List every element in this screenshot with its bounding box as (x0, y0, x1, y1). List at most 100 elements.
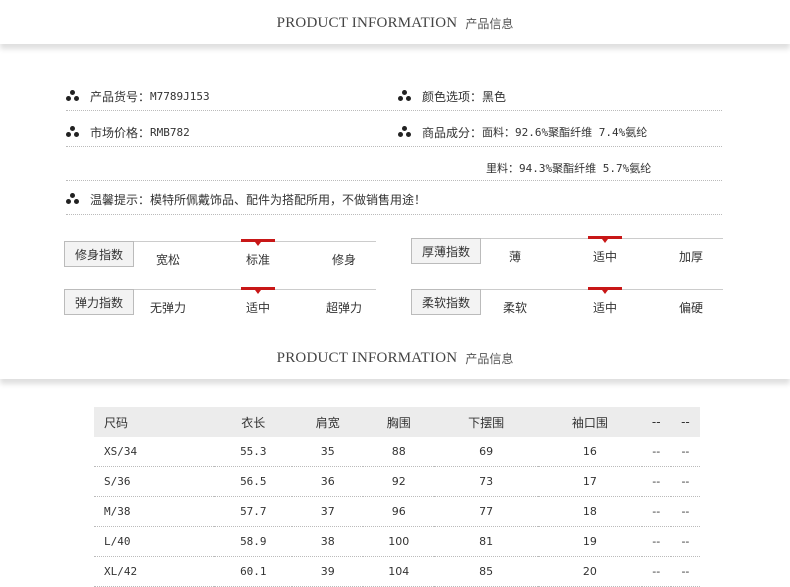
note-label: 温馨提示： (90, 192, 151, 207)
scale-option: 标准 (245, 253, 270, 267)
table-row: L/40 58.9 38 100 81 19 -- -- (94, 526, 700, 557)
scale-tag: 厚薄指数 (411, 238, 481, 264)
table-cell: S/36 (94, 466, 215, 497)
table-cell: 85 (434, 556, 538, 587)
table-cell: 88 (363, 437, 435, 467)
table-cell: XS/34 (94, 437, 215, 467)
table-cell: L/40 (94, 526, 215, 557)
divider (66, 110, 722, 111)
table-cell: -- (670, 496, 700, 527)
sku-row: 产品货号： M7789J153 (66, 86, 210, 106)
table-cell: 81 (434, 526, 538, 557)
table-cell: 17 (537, 466, 642, 497)
divider (66, 180, 722, 181)
color-value: 黑色 (482, 89, 507, 104)
sku-label: 产品货号： (90, 89, 151, 104)
sku-value: M7789J153 (150, 89, 210, 103)
col-header: 胸围 (363, 407, 435, 437)
scale-tag: 修身指数 (64, 241, 134, 267)
table-cell: 36 (292, 466, 364, 497)
price-value: RMB782 (150, 125, 190, 139)
table-cell: 92 (363, 466, 435, 497)
table-row: XS/34 55.3 35 88 69 16 -- -- (94, 437, 700, 467)
table-cell: 60.1 (214, 556, 293, 587)
scale-marker (588, 236, 622, 243)
bullet-icon (398, 126, 412, 138)
table-cell: 20 (537, 556, 642, 587)
col-header: 衣长 (214, 407, 293, 437)
size-table: 尺码 衣长 肩宽 胸围 下摆围 袖口围 -- -- XS/34 55.3 35 88 6… (94, 407, 700, 587)
table-cell: 56.5 (214, 466, 293, 497)
table-cell: 73 (434, 466, 538, 497)
table-cell: -- (641, 556, 671, 587)
material-label: 商品成分： (422, 125, 483, 140)
table-cell: 38 (292, 526, 364, 557)
price-row: 市场价格： RMB782 (66, 122, 190, 142)
scale-option: 适中 (592, 301, 617, 315)
table-cell: -- (641, 496, 671, 527)
table-cell: -- (670, 437, 700, 467)
table-cell: 18 (537, 496, 642, 527)
col-header: -- (641, 407, 671, 437)
material-outer: 面料：92.6%聚酯纤维 7.4%氨纶 (482, 126, 648, 139)
scale-option: 超弹力 (325, 301, 362, 315)
divider (66, 146, 722, 147)
scale-marker (241, 239, 275, 246)
table-cell: 96 (363, 496, 435, 527)
scale-thickness: 厚薄指数 薄 适中 加厚 (411, 236, 723, 268)
table-cell: 57.7 (214, 496, 293, 527)
lining-row: 里料：94.3%聚酯纤维 5.7%氨纶 (486, 158, 651, 178)
scale-tag: 弹力指数 (64, 289, 134, 315)
table-cell: 55.3 (214, 437, 293, 467)
col-header: 尺码 (94, 407, 215, 437)
col-header: 肩宽 (292, 407, 364, 437)
color-row: 颜色选项： 黑色 (398, 86, 506, 106)
scale-option: 柔软 (502, 301, 527, 315)
scale-option: 薄 (508, 250, 521, 264)
table-cell: 35 (292, 437, 364, 467)
scale-option: 修身 (331, 253, 356, 267)
scale-option: 适中 (592, 250, 617, 264)
table-cell: 69 (434, 437, 538, 467)
scale-marker (588, 287, 622, 294)
bullet-icon (66, 90, 80, 102)
material-lining: 里料：94.3%聚酯纤维 5.7%氨纶 (486, 162, 652, 175)
scale-option: 无弹力 (149, 301, 186, 315)
section-title-en: PRODUCT INFORMATION (276, 349, 458, 366)
col-header: -- (670, 407, 700, 437)
table-cell: 100 (363, 526, 435, 557)
note-value: 模特所佩戴饰品、配件为搭配所用，不做销售用途！ (150, 192, 427, 207)
col-header: 袖口围 (537, 407, 642, 437)
col-header: 下摆围 (434, 407, 538, 437)
table-cell: -- (641, 466, 671, 497)
material-row: 商品成分： 面料：92.6%聚酯纤维 7.4%氨纶 (398, 122, 647, 142)
divider (66, 214, 722, 215)
table-cell: 37 (292, 496, 364, 527)
section-title-cn: 产品信息 (465, 351, 514, 366)
bullet-icon (66, 193, 80, 205)
section-title-cn: 产品信息 (465, 16, 514, 31)
section-header-top: PRODUCT INFORMATION 产品信息 (0, 2, 790, 44)
table-cell: -- (641, 526, 671, 557)
scale-option: 适中 (245, 301, 270, 315)
table-cell: 19 (537, 526, 642, 557)
table-cell: -- (641, 437, 671, 467)
section-header-size: PRODUCT INFORMATION 产品信息 (0, 337, 790, 379)
size-table-header: 尺码 衣长 肩宽 胸围 下摆围 袖口围 -- -- (94, 407, 700, 437)
section-title-en: PRODUCT INFORMATION (276, 14, 458, 31)
table-cell: -- (670, 466, 700, 497)
table-cell: M/38 (94, 496, 215, 527)
table-row: XL/42 60.1 39 104 85 20 -- -- (94, 556, 700, 587)
bullet-icon (398, 90, 412, 102)
table-row: S/36 56.5 36 92 73 17 -- -- (94, 466, 700, 497)
table-cell: 58.9 (214, 526, 293, 557)
scale-tag: 柔软指数 (411, 289, 481, 315)
scale-fit: 修身指数 宽松 标准 修身 (64, 239, 376, 271)
note-row: 温馨提示： 模特所佩戴饰品、配件为搭配所用，不做销售用途！ (66, 189, 426, 209)
price-label: 市场价格： (90, 125, 151, 140)
table-row: M/38 57.7 37 96 77 18 -- -- (94, 496, 700, 527)
scale-option: 偏硬 (678, 301, 703, 315)
table-cell: -- (670, 556, 700, 587)
scale-softness: 柔软指数 柔软 适中 偏硬 (411, 287, 723, 319)
table-cell: XL/42 (94, 556, 215, 587)
